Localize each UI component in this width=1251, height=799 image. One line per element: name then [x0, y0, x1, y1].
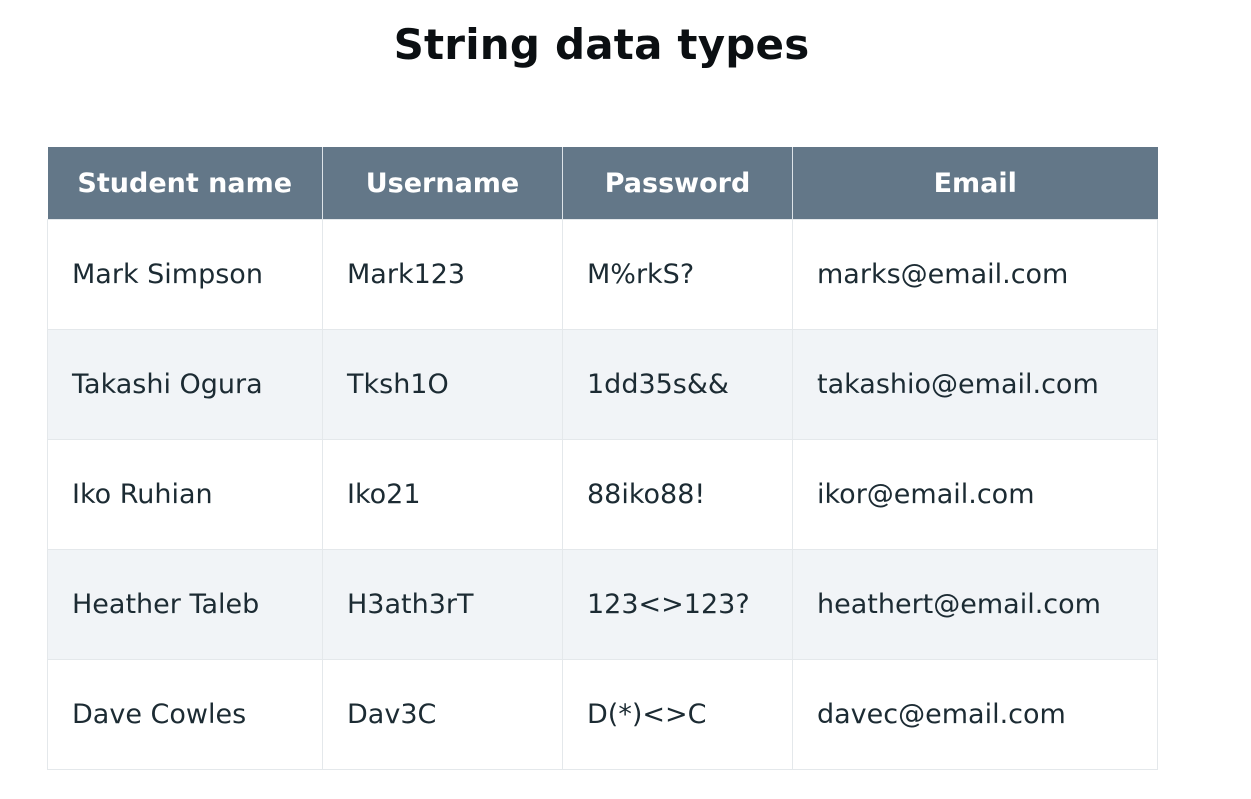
cell-username: Iko21: [322, 439, 563, 550]
cell-email: takashio@email.com: [792, 329, 1158, 440]
cell-email: heathert@email.com: [792, 549, 1158, 660]
cell-username: Dav3C: [322, 659, 563, 770]
cell-student-name: Dave Cowles: [47, 659, 323, 770]
cell-email: davec@email.com: [792, 659, 1158, 770]
cell-password: D(*)<>C: [562, 659, 793, 770]
column-header-student-name: Student name: [47, 147, 323, 220]
cell-password: 88iko88!: [562, 439, 793, 550]
column-header-username: Username: [322, 147, 563, 220]
column-header-password: Password: [562, 147, 793, 220]
table-row: Iko Ruhian Iko21 88iko88! ikor@email.com: [47, 439, 1158, 550]
table-row: Dave Cowles Dav3C D(*)<>C davec@email.co…: [47, 659, 1158, 770]
cell-username: H3ath3rT: [322, 549, 563, 660]
table-row: Mark Simpson Mark123 M%rkS? marks@email.…: [47, 219, 1158, 330]
cell-student-name: Heather Taleb: [47, 549, 323, 660]
students-table: Student name Username Password Email Mar…: [47, 147, 1158, 770]
table-header-row: Student name Username Password Email: [47, 147, 1158, 220]
cell-username: Tksh1O: [322, 329, 563, 440]
cell-username: Mark123: [322, 219, 563, 330]
cell-password: 1dd35s&&: [562, 329, 793, 440]
cell-student-name: Mark Simpson: [47, 219, 323, 330]
page-title: String data types: [393, 20, 810, 69]
column-header-email: Email: [792, 147, 1158, 220]
cell-student-name: Takashi Ogura: [47, 329, 323, 440]
cell-password: 123<>123?: [562, 549, 793, 660]
table-row: Heather Taleb H3ath3rT 123<>123? heather…: [47, 549, 1158, 660]
cell-email: ikor@email.com: [792, 439, 1158, 550]
table-row: Takashi Ogura Tksh1O 1dd35s&& takashio@e…: [47, 329, 1158, 440]
cell-email: marks@email.com: [792, 219, 1158, 330]
cell-password: M%rkS?: [562, 219, 793, 330]
cell-student-name: Iko Ruhian: [47, 439, 323, 550]
